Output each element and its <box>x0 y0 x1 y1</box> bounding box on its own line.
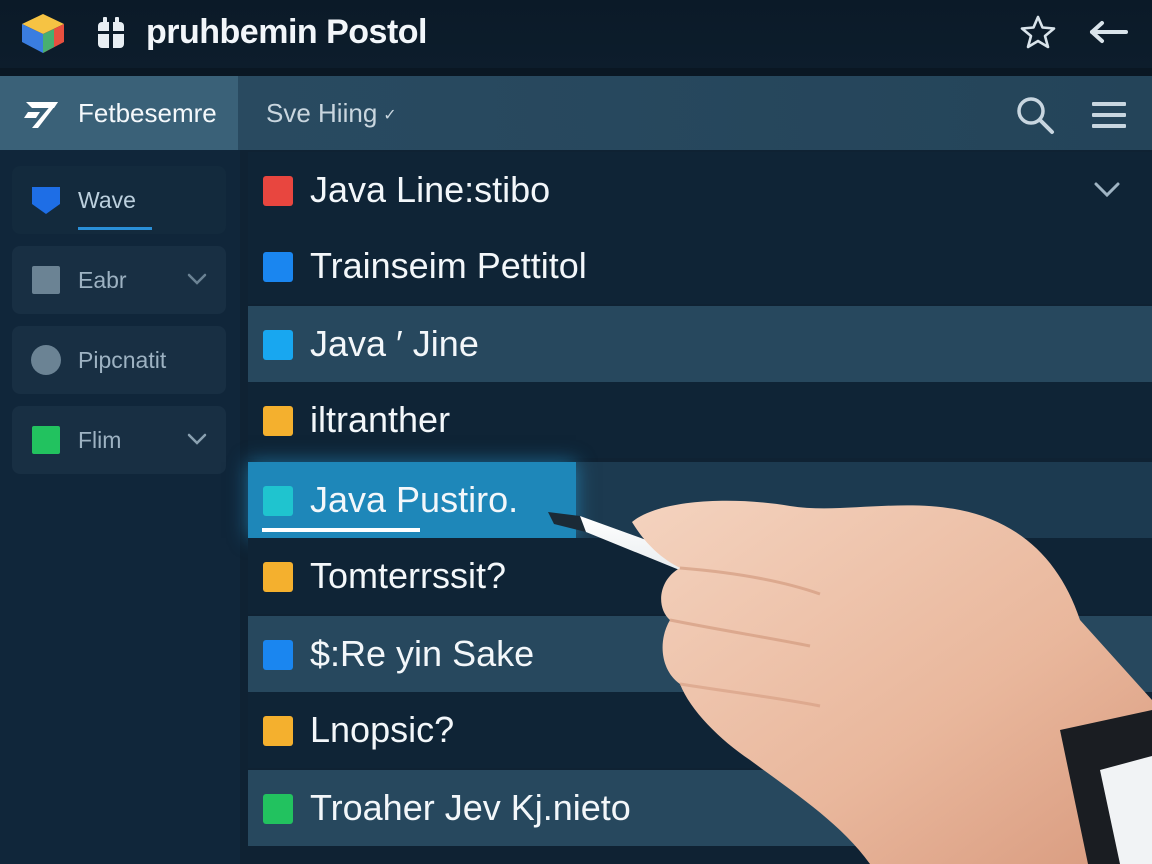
chevron-down-icon[interactable] <box>186 268 208 290</box>
list-item-label: Lnopsiс? <box>310 709 455 750</box>
sidebar-item-label: Wave <box>78 187 136 213</box>
list-item[interactable]: Java Line:stibo <box>248 152 1152 228</box>
brand-tab[interactable]: Fetbesemre <box>0 76 238 150</box>
app-logo-icon <box>22 14 64 53</box>
document-icon <box>98 17 124 48</box>
list-item-label: Tomterrssit? <box>310 555 507 596</box>
sidebar-item-label: Flim <box>78 427 122 453</box>
color-marker <box>263 794 293 824</box>
sidebar-item-eabr[interactable]: Eabr <box>12 246 226 314</box>
color-marker <box>263 562 293 592</box>
list-item-label: Java ′ Jine <box>310 323 479 364</box>
brand-label: Fetbesemre <box>78 98 217 128</box>
sidebar: Wave Eabr Pipcnatit Flim <box>0 150 240 864</box>
shield-icon <box>32 187 60 214</box>
view-dropdown[interactable]: Sve Hiing ✓ <box>266 98 397 129</box>
active-indicator <box>78 227 152 230</box>
list-item-label: Java Pustiro. <box>310 479 519 520</box>
back-arrow-icon[interactable] <box>1086 18 1130 46</box>
search-icon[interactable] <box>1014 94 1056 136</box>
square-icon <box>32 266 60 294</box>
sidebar-item-flim[interactable]: Flim <box>12 406 226 474</box>
sidebar-item-wave[interactable]: Wave <box>12 166 226 234</box>
color-marker <box>263 406 293 436</box>
color-marker <box>263 330 293 360</box>
check-chevron-icon: ✓ <box>383 107 397 124</box>
list-item-label: iltranther <box>310 399 451 440</box>
toolbar: Fetbesemre Sve Hiing ✓ <box>0 76 1152 150</box>
list-item[interactable]: iltranther <box>248 382 1152 458</box>
sidebar-item-pipcnatit[interactable]: Pipcnatit <box>12 326 226 394</box>
star-icon[interactable] <box>1018 14 1058 50</box>
list-item[interactable]: Trainseim Pettitol <box>248 228 1152 304</box>
circle-icon <box>31 345 61 375</box>
view-dropdown-label: Sve Hiing <box>266 98 378 128</box>
color-marker <box>263 640 293 670</box>
list-item-label: Java Line:stibo <box>310 169 551 210</box>
title-bar: pruhbemin Postol <box>0 0 1152 76</box>
color-marker <box>263 716 293 746</box>
color-marker <box>263 176 293 206</box>
list-item-label: $:Re yin Sake <box>310 633 535 674</box>
menu-icon[interactable] <box>1090 100 1128 130</box>
brand-icon <box>24 102 58 128</box>
selection-underline <box>262 528 420 532</box>
list-item-label: Trainseim Pettitol <box>310 245 587 286</box>
chevron-down-icon[interactable] <box>1092 178 1122 202</box>
color-marker <box>263 252 293 282</box>
chevron-down-icon[interactable] <box>186 428 208 450</box>
hand-with-pen-illustration <box>548 500 1152 864</box>
square-icon <box>32 426 60 454</box>
sidebar-item-label: Eabr <box>78 267 127 293</box>
list-item[interactable]: Java ′ Jine <box>248 306 1152 382</box>
app-title: pruhbemin Postol <box>146 13 428 51</box>
sidebar-item-label: Pipcnatit <box>78 347 167 373</box>
color-marker <box>263 486 293 516</box>
